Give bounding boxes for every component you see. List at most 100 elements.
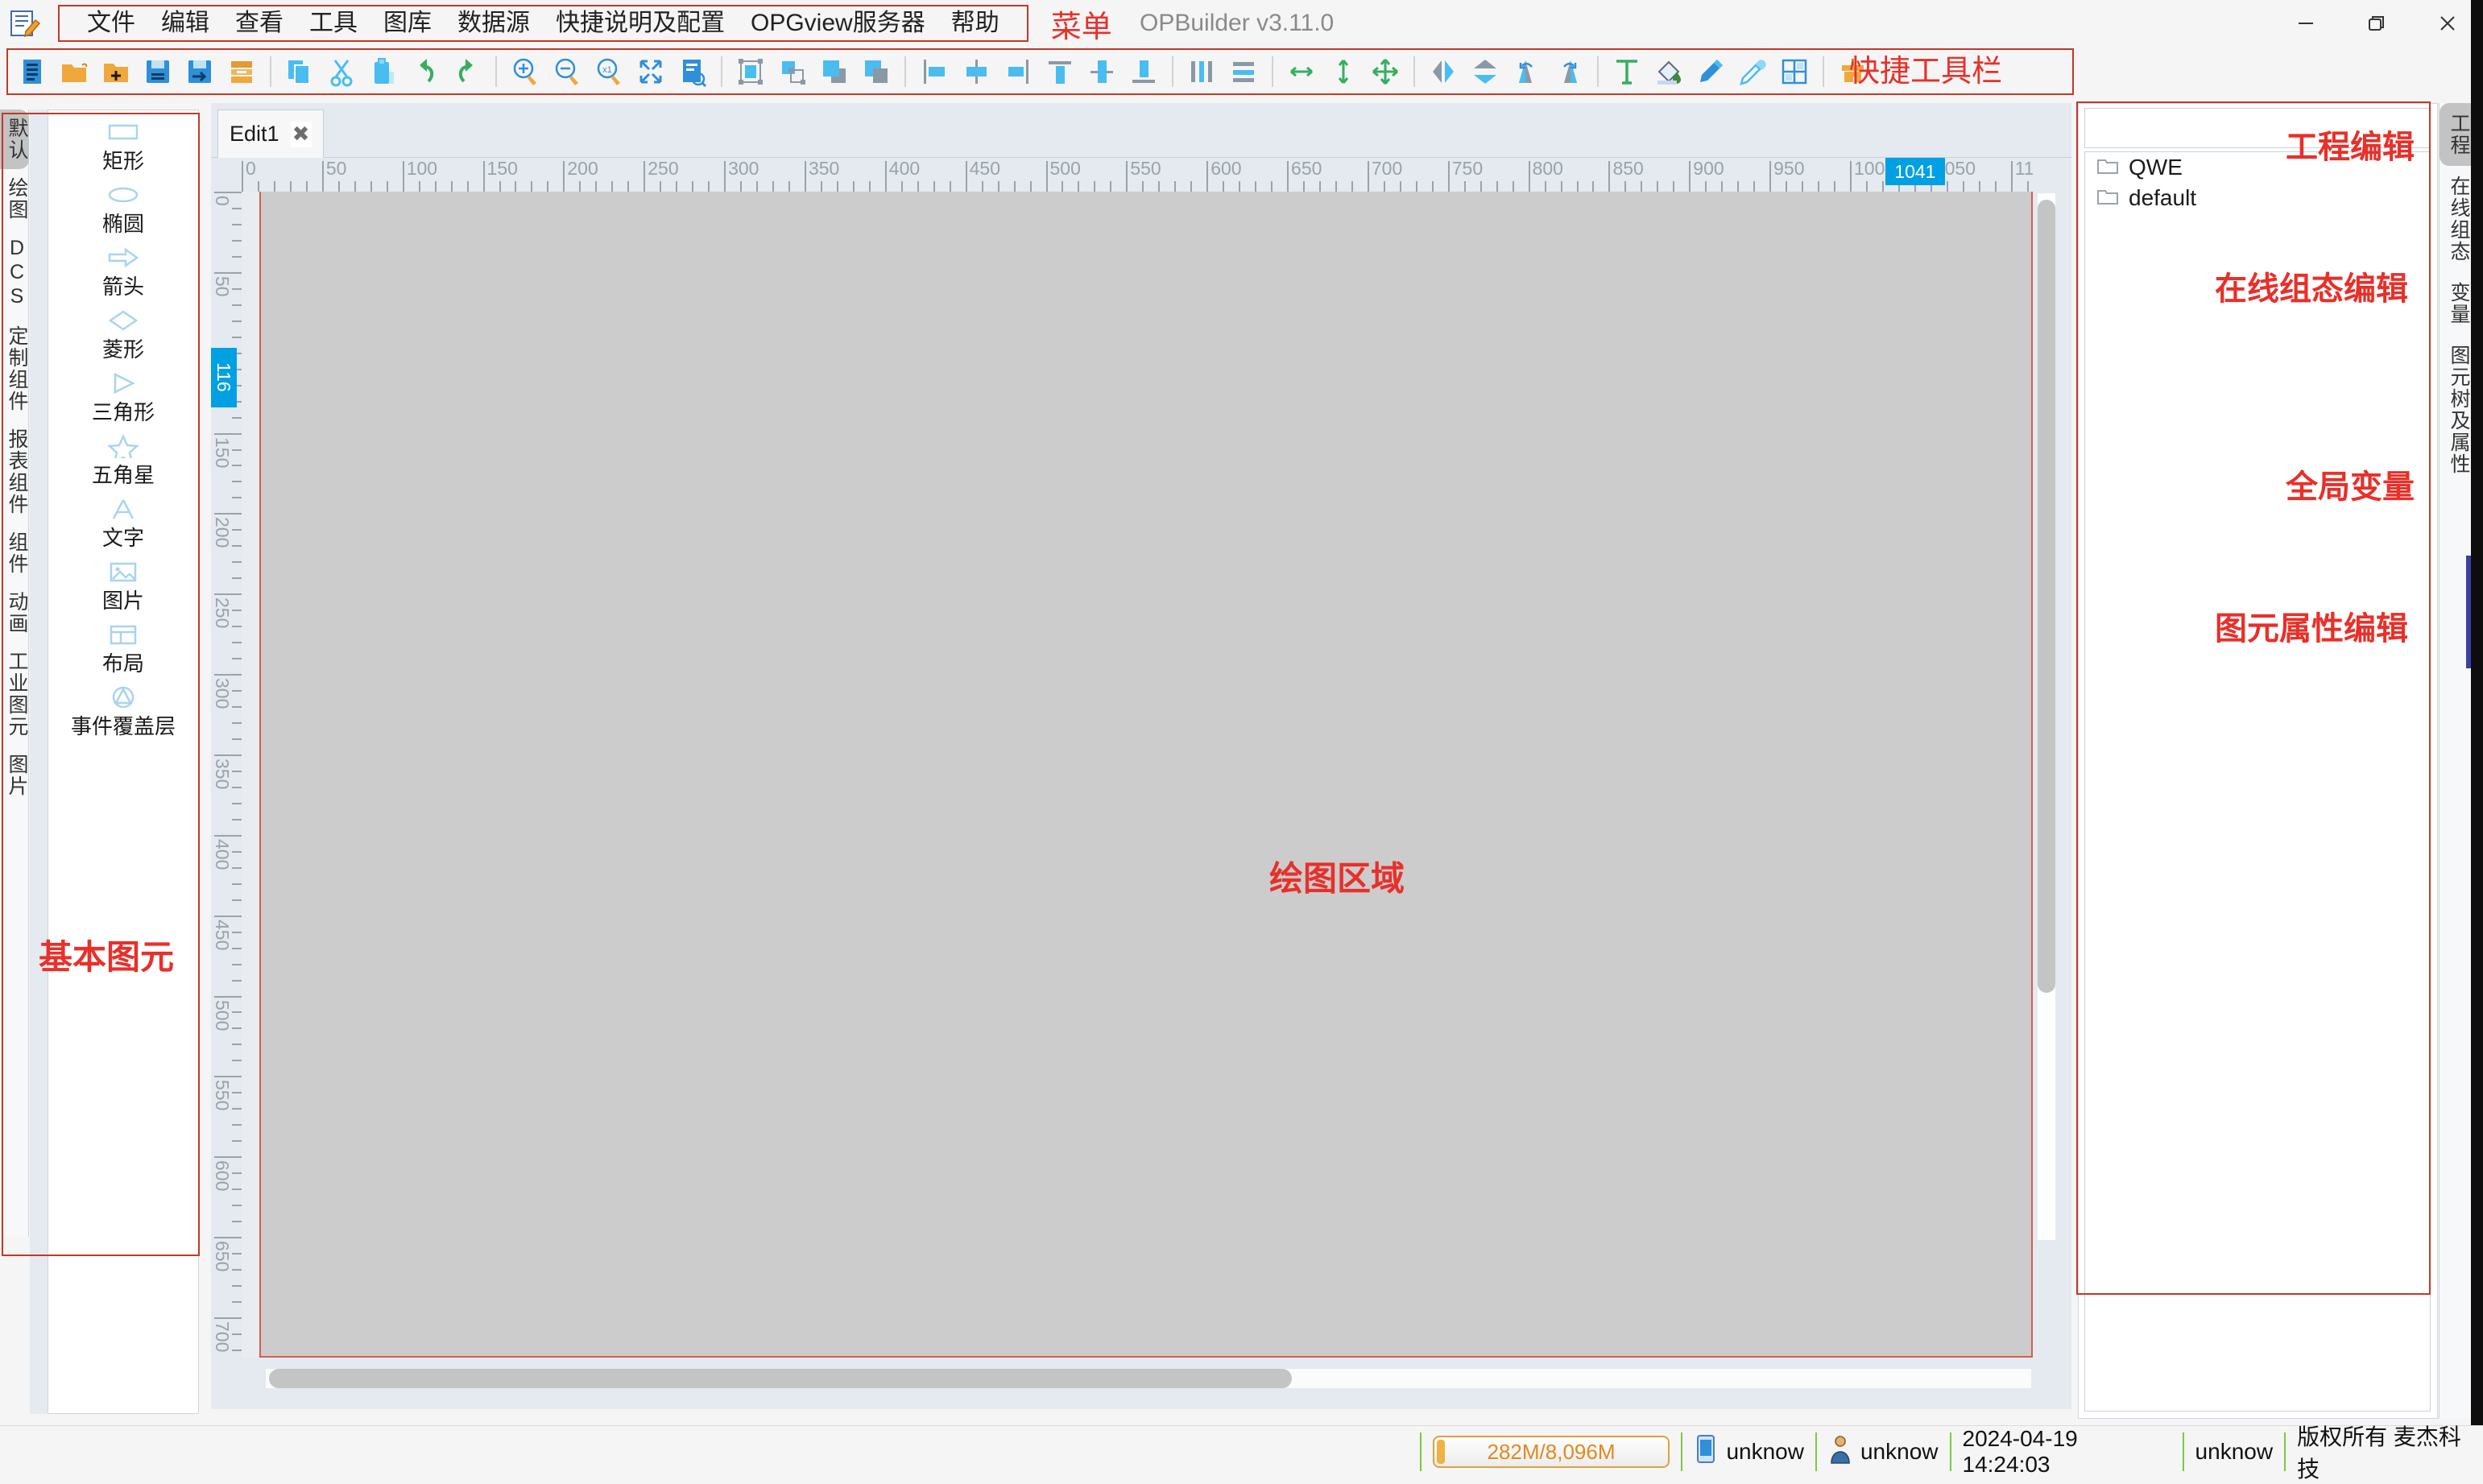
- fill-color-icon[interactable]: [1648, 51, 1690, 93]
- zoom-out-icon[interactable]: [546, 51, 588, 93]
- pen-icon[interactable]: [1690, 51, 1732, 93]
- menu-item-edit[interactable]: 编辑: [148, 6, 222, 41]
- ruler-tick: [273, 181, 275, 192]
- palette-item-diamond[interactable]: 菱形: [48, 299, 198, 362]
- menu-item-datasource[interactable]: 数据源: [445, 6, 543, 41]
- ruler-label: 500: [212, 999, 233, 1031]
- flip-horizontal-icon[interactable]: [1422, 51, 1464, 93]
- palette-item-event-overlay[interactable]: 事件覆盖层: [48, 676, 198, 738]
- save-as-icon[interactable]: [179, 51, 221, 93]
- minimize-icon[interactable]: [2270, 0, 2341, 47]
- ruler-tick: [214, 1076, 242, 1078]
- same-width-icon[interactable]: [1281, 51, 1322, 93]
- ruler-tick: [232, 866, 242, 869]
- palette-item-text[interactable]: 文字: [48, 487, 198, 550]
- close-icon[interactable]: ✖: [290, 121, 312, 147]
- menu-item-quickhelp[interactable]: 快捷说明及配置: [543, 6, 738, 41]
- align-center-h-icon[interactable]: [955, 51, 997, 93]
- ruler-vertical[interactable]: 0501001502002503003504004505005506006507…: [211, 192, 242, 1358]
- palette-item-ellipse[interactable]: 椭圆: [48, 173, 198, 236]
- canvas-horizontal-scroll-thumb[interactable]: [269, 1369, 1292, 1388]
- open-folder-icon[interactable]: [53, 51, 95, 93]
- select-all-icon[interactable]: [730, 51, 772, 93]
- ruler-tick: [1239, 181, 1241, 192]
- preview-icon[interactable]: [672, 51, 714, 93]
- distribute-v-icon[interactable]: [1223, 51, 1264, 93]
- align-bottom-icon[interactable]: [1123, 51, 1165, 93]
- align-right-icon[interactable]: [997, 51, 1039, 93]
- menu-item-help[interactable]: 帮助: [938, 6, 1012, 41]
- paste-icon[interactable]: [362, 51, 404, 93]
- eyedropper-icon[interactable]: [1732, 51, 1773, 93]
- menu-item-opgview-server[interactable]: OPGview服务器: [738, 6, 938, 41]
- ruler-label: 50: [325, 158, 347, 179]
- group-icon[interactable]: [772, 51, 813, 93]
- sidebar-item-custom-components[interactable]: 定制组件: [0, 317, 29, 420]
- sidebar-item-draw[interactable]: 绘图: [0, 169, 29, 229]
- restore-icon[interactable]: [2341, 0, 2412, 47]
- sidebar-item-animation[interactable]: 动画: [0, 583, 29, 643]
- palette-item-label: 图片: [101, 589, 144, 613]
- menu-item-file[interactable]: 文件: [74, 6, 148, 41]
- sidebar-item-images[interactable]: 图片: [0, 746, 29, 805]
- align-middle-v-icon[interactable]: [1081, 51, 1123, 93]
- ruler-tick: [740, 181, 743, 192]
- menu-item-library[interactable]: 图库: [370, 6, 445, 41]
- rotate-right-icon[interactable]: [1548, 51, 1590, 93]
- sidebar-item-report-components[interactable]: 报表组件: [0, 420, 29, 523]
- menu-item-tools[interactable]: 工具: [296, 6, 370, 41]
- ruler-tick: [1255, 181, 1257, 192]
- fit-screen-icon[interactable]: [630, 51, 672, 93]
- menu-item-view[interactable]: 查看: [222, 6, 296, 41]
- align-top-icon[interactable]: [1039, 51, 1081, 93]
- redo-icon[interactable]: [446, 51, 488, 93]
- palette-item-layout[interactable]: 布局: [48, 613, 198, 676]
- rotate-left-icon[interactable]: [1506, 51, 1548, 93]
- palette-item-arrow[interactable]: 箭头: [48, 236, 198, 299]
- ruler-tick: [482, 161, 485, 192]
- palette-item-rectangle[interactable]: 矩形: [48, 110, 198, 173]
- palette-item-image[interactable]: 图片: [48, 550, 198, 613]
- ruler-tick: [232, 1172, 242, 1175]
- tab-edit1[interactable]: Edit1 ✖: [217, 110, 324, 158]
- zoom-reset-icon[interactable]: x1: [588, 51, 630, 93]
- ruler-horizontal[interactable]: 0 50 100 150 200 250 300 350 400 450 500 550 600 650 7…: [242, 158, 2033, 192]
- text-icon[interactable]: [1606, 51, 1648, 93]
- project-tree[interactable]: QWE default: [2084, 151, 2431, 1412]
- archive-icon[interactable]: [221, 51, 263, 93]
- same-size-icon[interactable]: [1364, 51, 1406, 93]
- tree-row-default[interactable]: default: [2085, 183, 2430, 213]
- tab-element-tree-props[interactable]: 图元树及属性: [2440, 335, 2472, 485]
- send-back-icon[interactable]: [855, 51, 897, 93]
- tab-project[interactable]: 工程: [2440, 103, 2472, 166]
- canvas-viewport[interactable]: 绘图区域: [242, 192, 2033, 1358]
- new-file-icon[interactable]: [11, 51, 53, 93]
- flip-vertical-icon[interactable]: [1464, 51, 1506, 93]
- tab-variables[interactable]: 变量: [2440, 272, 2472, 335]
- sidebar-item-industrial-graphics[interactable]: 工业图元: [0, 643, 29, 746]
- ruler-tick: [692, 181, 694, 192]
- copy-icon[interactable]: [279, 51, 321, 93]
- undo-icon[interactable]: [404, 51, 446, 93]
- bring-front-icon[interactable]: [813, 51, 855, 93]
- ruler-tick: [852, 181, 855, 192]
- save-icon[interactable]: [137, 51, 179, 93]
- same-height-icon[interactable]: [1322, 51, 1364, 93]
- sidebar-item-components[interactable]: 组件: [0, 523, 29, 583]
- sidebar-item-dcs[interactable]: DCS: [0, 229, 29, 317]
- drawing-canvas[interactable]: [259, 192, 2033, 1358]
- sidebar-item-default[interactable]: 默认: [0, 110, 29, 169]
- tab-online-config[interactable]: 在线组态: [2440, 166, 2472, 272]
- cut-icon[interactable]: [321, 51, 362, 93]
- zoom-in-icon[interactable]: [504, 51, 546, 93]
- ruler-tick: [232, 642, 242, 644]
- ruler-tick: [232, 786, 242, 788]
- palette-item-star[interactable]: 五角星: [48, 424, 198, 487]
- palette-item-triangle[interactable]: 三角形: [48, 362, 198, 424]
- ruler-tick: [232, 465, 242, 467]
- distribute-h-icon[interactable]: [1181, 51, 1223, 93]
- align-left-icon[interactable]: [913, 51, 955, 93]
- canvas-vertical-scroll-thumb[interactable]: [2038, 200, 2055, 993]
- grid-icon[interactable]: [1773, 51, 1815, 93]
- add-folder-icon[interactable]: [95, 51, 137, 93]
